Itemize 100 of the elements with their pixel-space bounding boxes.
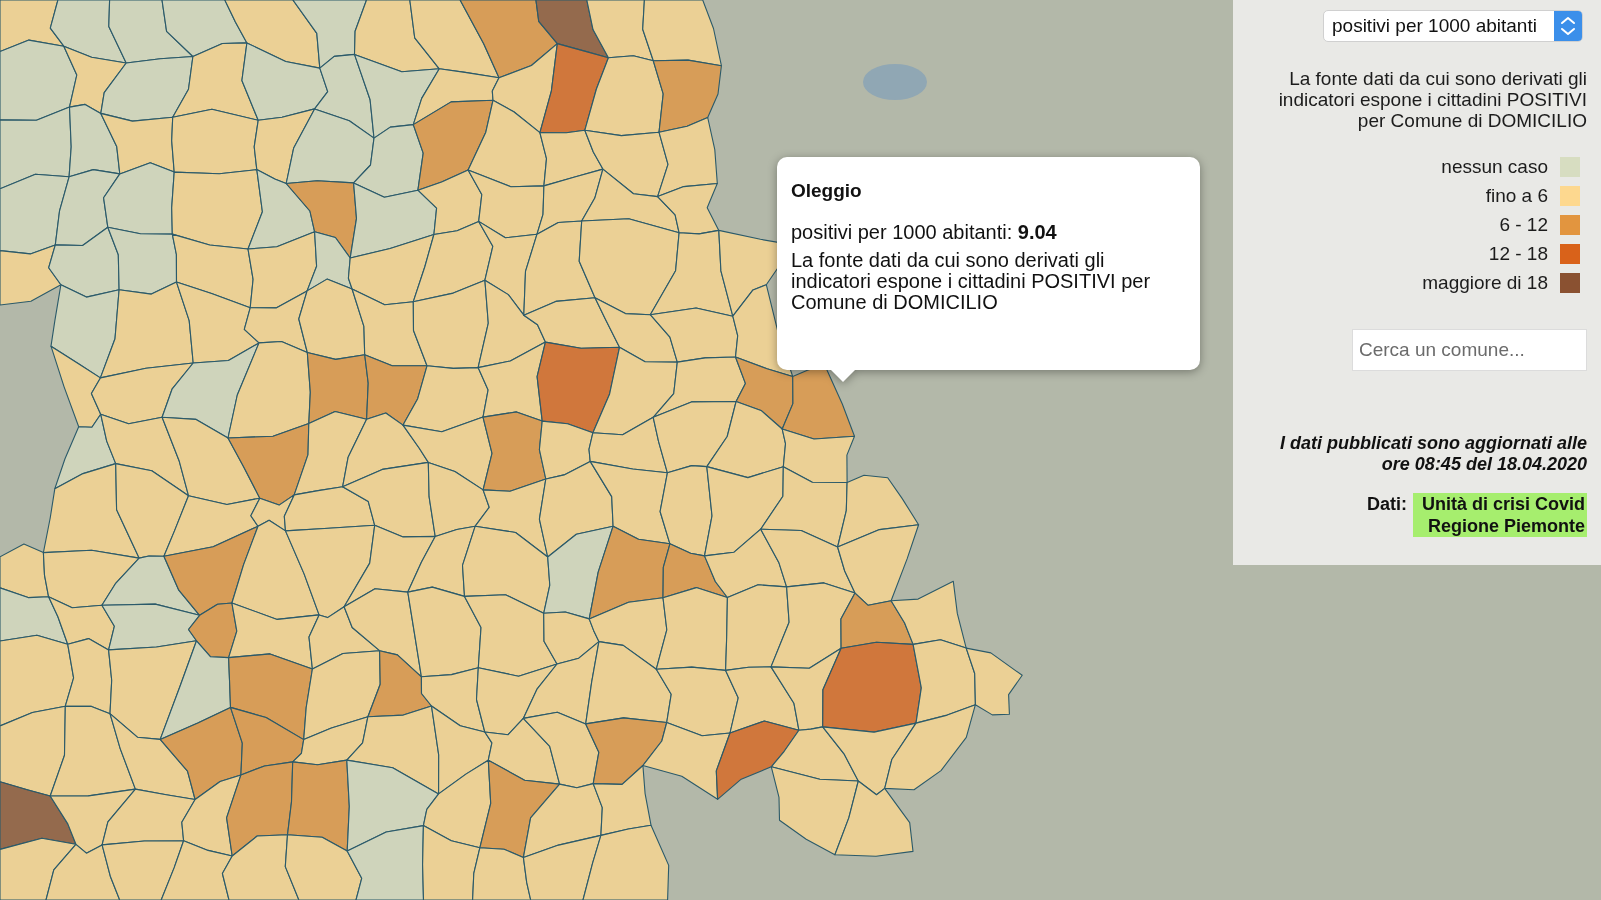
- municipality-area[interactable]: [538, 460, 614, 558]
- municipality-area[interactable]: [283, 486, 376, 532]
- municipality-area[interactable]: [247, 169, 316, 250]
- municipality-area[interactable]: [461, 525, 551, 614]
- municipality-area[interactable]: [292, 0, 368, 69]
- municipality-area[interactable]: [101, 603, 201, 651]
- municipality-area[interactable]: [582, 824, 670, 900]
- municipality-area[interactable]: [467, 169, 545, 239]
- municipality-area[interactable]: [349, 182, 438, 259]
- municipality-area[interactable]: [45, 843, 121, 900]
- municipality-area[interactable]: [659, 465, 713, 557]
- municipality-area[interactable]: [253, 108, 316, 185]
- municipality-area[interactable]: [706, 400, 787, 479]
- municipality-area[interactable]: [0, 244, 62, 306]
- municipality-area[interactable]: [890, 580, 967, 649]
- municipality-area[interactable]: [475, 663, 558, 736]
- municipality-area[interactable]: [760, 466, 848, 548]
- municipality-area[interactable]: [522, 711, 600, 789]
- municipality-area[interactable]: [588, 597, 668, 670]
- municipality-area[interactable]: [539, 43, 609, 134]
- municipality-area[interactable]: [703, 466, 784, 557]
- municipality-area[interactable]: [965, 647, 1023, 716]
- municipality-area[interactable]: [402, 416, 493, 491]
- municipality-area[interactable]: [228, 653, 313, 741]
- municipality-area[interactable]: [90, 362, 194, 425]
- municipality-area[interactable]: [48, 226, 120, 298]
- municipality-area[interactable]: [585, 641, 672, 725]
- municipality-area[interactable]: [342, 461, 436, 538]
- municipality-area[interactable]: [100, 55, 194, 122]
- municipality-area[interactable]: [482, 411, 547, 492]
- municipality-area[interactable]: [477, 341, 546, 422]
- municipality-area[interactable]: [770, 766, 859, 856]
- municipality-area[interactable]: [247, 231, 318, 309]
- municipality-area[interactable]: [163, 495, 261, 557]
- municipality-area[interactable]: [592, 764, 652, 836]
- municipality-area[interactable]: [662, 543, 728, 599]
- municipality-area[interactable]: [221, 834, 300, 900]
- municipality-area[interactable]: [407, 525, 476, 597]
- municipality-area[interactable]: [343, 524, 436, 608]
- municipality-area[interactable]: [581, 168, 680, 234]
- municipality-area[interactable]: [159, 706, 243, 801]
- municipality-area[interactable]: [652, 59, 722, 133]
- municipality-area[interactable]: [781, 428, 856, 484]
- municipality-area[interactable]: [42, 549, 140, 609]
- municipality-area[interactable]: [642, 721, 731, 800]
- municipality-area[interactable]: [427, 461, 490, 537]
- municipality-area[interactable]: [422, 759, 492, 849]
- municipality-area[interactable]: [229, 706, 305, 776]
- municipality-area[interactable]: [770, 582, 856, 669]
- municipality-area[interactable]: [0, 634, 75, 727]
- municipality-area[interactable]: [68, 103, 121, 178]
- municipality-area[interactable]: [652, 356, 746, 418]
- municipality-area[interactable]: [0, 543, 50, 599]
- municipality-area[interactable]: [578, 218, 680, 316]
- municipality-area[interactable]: [535, 0, 609, 59]
- municipality-area[interactable]: [99, 281, 194, 379]
- municipality-area[interactable]: [592, 346, 678, 436]
- municipality-area[interactable]: [226, 761, 294, 857]
- municipality-area[interactable]: [422, 825, 481, 900]
- municipality-area[interactable]: [172, 42, 259, 121]
- municipality-area[interactable]: [107, 226, 178, 295]
- municipality-area[interactable]: [477, 279, 546, 369]
- municipality-area[interactable]: [163, 525, 259, 616]
- municipality-area[interactable]: [285, 108, 375, 185]
- municipality-area[interactable]: [655, 587, 728, 671]
- municipality-area[interactable]: [353, 124, 424, 198]
- municipality-area[interactable]: [187, 602, 238, 659]
- municipality-area[interactable]: [649, 229, 734, 317]
- municipality-area[interactable]: [101, 840, 185, 900]
- municipality-area[interactable]: [103, 162, 175, 235]
- municipality-area[interactable]: [837, 524, 920, 606]
- municipality-area[interactable]: [420, 667, 486, 733]
- municipality-area[interactable]: [227, 340, 311, 439]
- municipality-area[interactable]: [161, 416, 261, 506]
- data-source-link[interactable]: Unità di crisi Covid Regione Piemonte: [1413, 493, 1587, 537]
- municipality-area[interactable]: [834, 780, 914, 857]
- municipality-area[interactable]: [522, 783, 603, 858]
- municipality-area[interactable]: [250, 494, 295, 532]
- municipality-area[interactable]: [725, 666, 800, 734]
- municipality-area[interactable]: [161, 342, 260, 439]
- municipality-area[interactable]: [822, 641, 922, 733]
- municipality-area[interactable]: [346, 759, 440, 852]
- municipality-area[interactable]: [0, 781, 77, 850]
- municipality-area[interactable]: [522, 834, 602, 900]
- municipality-area[interactable]: [243, 290, 308, 354]
- municipality-area[interactable]: [181, 774, 242, 857]
- municipality-area[interactable]: [484, 717, 561, 785]
- municipality-area[interactable]: [63, 45, 127, 114]
- municipality-area[interactable]: [351, 288, 428, 367]
- municipality-area[interactable]: [42, 463, 140, 559]
- municipality-area[interactable]: [100, 112, 175, 175]
- municipality-area[interactable]: [479, 759, 561, 858]
- municipality-area[interactable]: [64, 638, 113, 715]
- municipality-area[interactable]: [293, 410, 368, 496]
- municipality-area[interactable]: [463, 594, 558, 677]
- municipality-area[interactable]: [303, 650, 381, 741]
- municipality-area[interactable]: [50, 284, 120, 379]
- municipality-area[interactable]: [642, 0, 722, 67]
- municipality-area[interactable]: [100, 413, 190, 497]
- municipality-area[interactable]: [49, 705, 136, 797]
